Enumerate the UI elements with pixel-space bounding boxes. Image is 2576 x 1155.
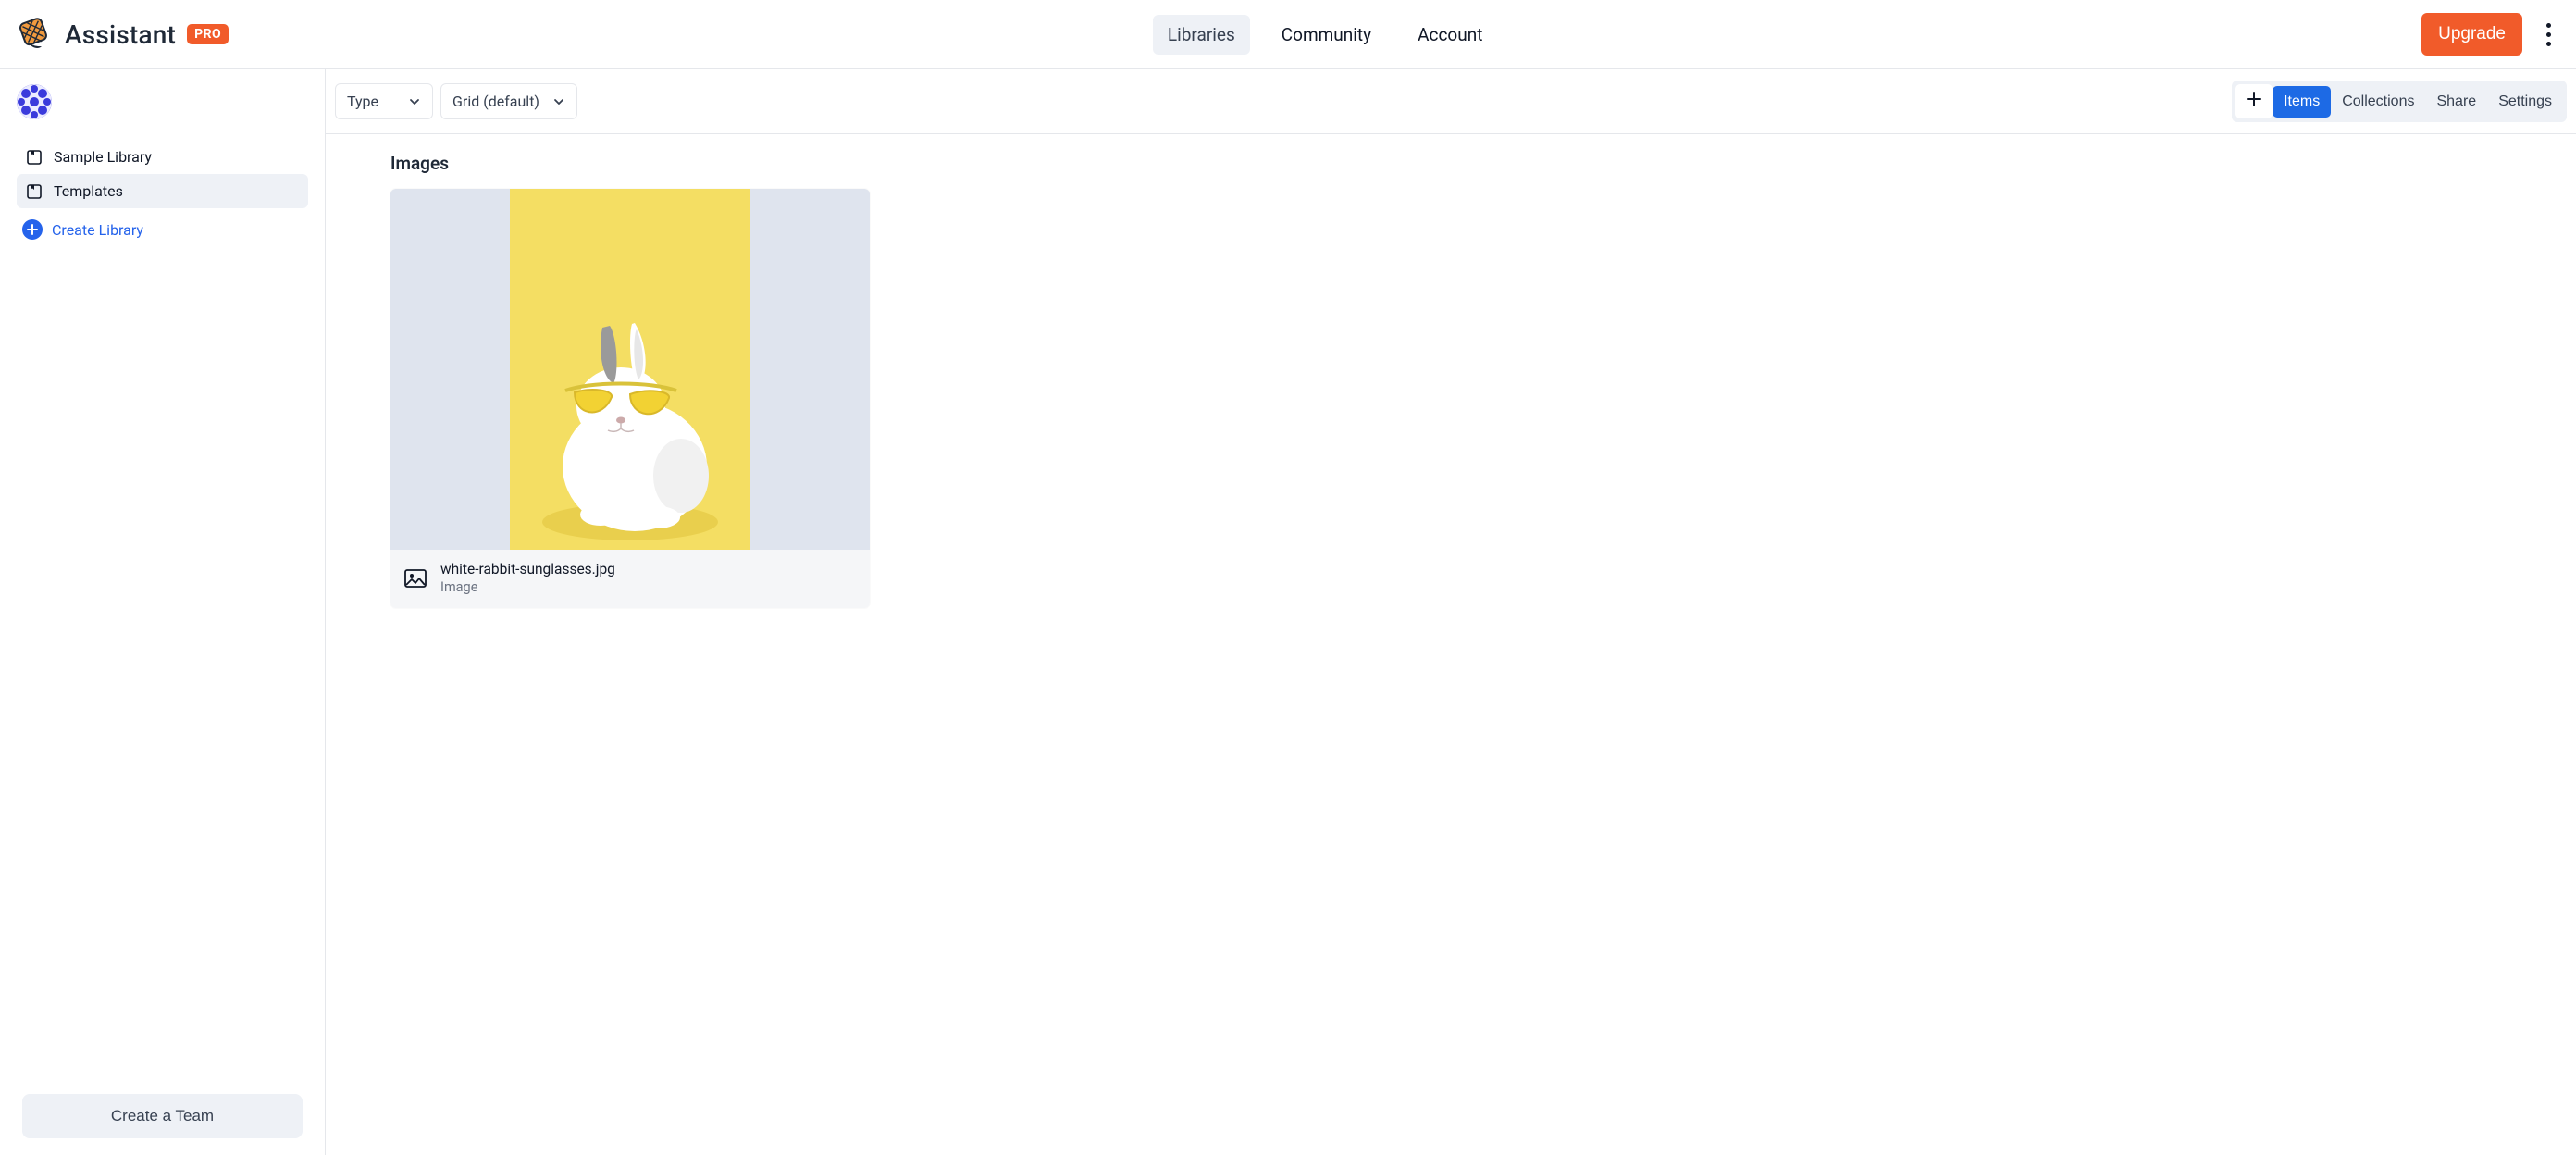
create-library-label: Create Library xyxy=(52,221,143,239)
brand-name: Assistant xyxy=(65,19,176,50)
section-title-images: Images xyxy=(390,153,2511,174)
type-filter-dropdown[interactable]: Type xyxy=(335,83,433,119)
library-list: Sample Library Templates Create Lib xyxy=(17,140,308,247)
view-mode-label: Grid (default) xyxy=(452,93,539,110)
upgrade-button[interactable]: Upgrade xyxy=(2421,13,2522,56)
sidebar: Sample Library Templates Create Lib xyxy=(0,69,326,1155)
image-icon xyxy=(403,568,427,589)
tab-items[interactable]: Items xyxy=(2273,86,2331,118)
view-mode-dropdown[interactable]: Grid (default) xyxy=(440,83,577,119)
media-file-kind: Image xyxy=(440,579,615,595)
thumbnail-image xyxy=(510,189,750,550)
library-content: Images xyxy=(326,134,2576,645)
nav-tab-community[interactable]: Community xyxy=(1267,15,1386,55)
media-file-name: white-rabbit-sunglasses.jpg xyxy=(440,561,615,578)
media-card-meta: white-rabbit-sunglasses.jpg Image xyxy=(390,550,870,608)
create-library-button[interactable]: Create Library xyxy=(17,212,308,247)
plus-icon xyxy=(2245,90,2263,113)
primary-nav: Libraries Community Account xyxy=(229,15,2421,55)
nav-tab-libraries[interactable]: Libraries xyxy=(1153,15,1250,55)
main: Type Grid (default) Items C xyxy=(326,69,2576,1155)
type-filter-label: Type xyxy=(347,93,378,110)
library-toolbar: Type Grid (default) Items C xyxy=(326,69,2576,134)
library-tab-row: Items Collections Share Settings xyxy=(2232,81,2567,122)
top-bar: Assistant PRO Libraries Community Accoun… xyxy=(0,0,2576,69)
add-item-button[interactable] xyxy=(2235,84,2273,118)
sidebar-item-sample-library[interactable]: Sample Library xyxy=(17,140,308,174)
chevron-down-icon xyxy=(552,95,565,108)
plus-circle-icon xyxy=(22,219,43,240)
create-team-button[interactable]: Create a Team xyxy=(22,1094,302,1138)
media-card[interactable]: white-rabbit-sunglasses.jpg Image xyxy=(390,189,870,608)
sidebar-item-templates[interactable]: Templates xyxy=(17,174,308,208)
more-menu-icon[interactable] xyxy=(2535,18,2561,52)
tab-share[interactable]: Share xyxy=(2425,86,2487,118)
brand-logo-icon xyxy=(15,15,54,54)
thumbnail-frame xyxy=(390,189,870,550)
nav-tab-account[interactable]: Account xyxy=(1403,15,1497,55)
pro-badge: PRO xyxy=(187,24,229,44)
topbar-right: Upgrade xyxy=(2421,13,2561,56)
workspace-avatar-icon[interactable] xyxy=(17,84,52,119)
library-icon xyxy=(26,149,43,166)
library-icon xyxy=(26,183,43,200)
sidebar-item-label: Sample Library xyxy=(54,148,152,166)
sidebar-item-label: Templates xyxy=(54,182,123,200)
chevron-down-icon xyxy=(408,95,421,108)
tab-collections[interactable]: Collections xyxy=(2331,86,2425,118)
tab-settings[interactable]: Settings xyxy=(2487,86,2563,118)
brand: Assistant PRO xyxy=(15,15,229,54)
